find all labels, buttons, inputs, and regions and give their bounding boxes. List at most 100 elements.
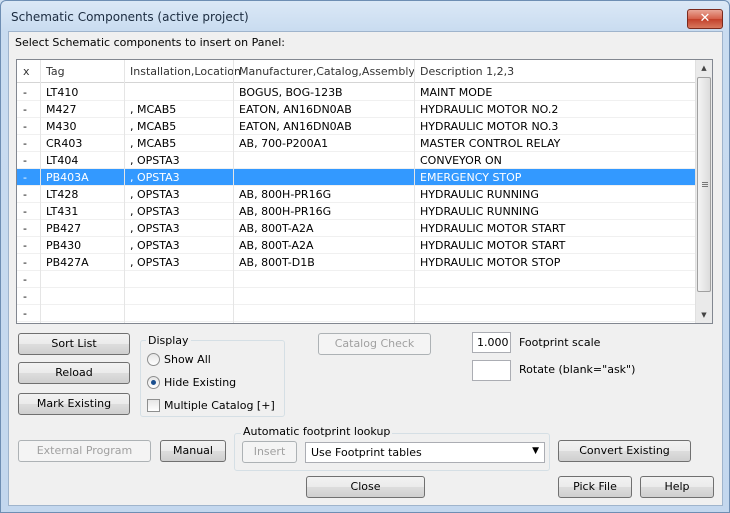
cell-location: , MCAB5 <box>130 103 177 116</box>
table-row[interactable]: - CR403 , MCAB5 AB, 700-P200A1 MASTER CONTRO… <box>17 135 697 152</box>
rotate-input[interactable] <box>472 360 511 381</box>
help-button[interactable]: Help <box>640 476 714 498</box>
insert-button[interactable]: Insert <box>242 441 297 463</box>
cell-tag: LT404 <box>46 154 79 167</box>
rotate-label: Rotate (blank="ask") <box>519 363 636 376</box>
pick-file-button[interactable]: Pick File <box>558 476 632 498</box>
table-row[interactable]: - M430 , MCAB5 EATON, AN16DN0AB HYDRAULIC MO… <box>17 118 697 135</box>
cell-description: CONVEYOR ON <box>420 154 502 167</box>
multiple-catalog-label[interactable]: Multiple Catalog [+] <box>164 399 275 412</box>
cell-x: - <box>23 137 27 150</box>
cell-manufacturer: EATON, AN16DN0AB <box>239 103 352 116</box>
prompt-label: Select Schematic components to insert on… <box>15 36 286 49</box>
cell-tag: PB427 <box>46 222 82 235</box>
header-tag[interactable]: Tag <box>46 65 65 78</box>
scroll-up-icon[interactable]: ▲ <box>696 60 712 76</box>
title-bar[interactable]: Schematic Components (active project) ✕ <box>1 1 729 31</box>
cell-tag: PB430 <box>46 239 82 252</box>
cell-location: , OPSTA3 <box>130 188 180 201</box>
vertical-scrollbar[interactable]: ▲ ▼ <box>695 60 712 323</box>
lookup-select[interactable]: Use Footprint tables ▼ <box>305 442 545 463</box>
grip-line <box>702 184 708 185</box>
manual-button[interactable]: Manual <box>160 440 226 462</box>
close-window-icon[interactable]: ✕ <box>687 9 723 29</box>
cell-location: , OPSTA3 <box>130 171 180 184</box>
table-row[interactable]: - M427 , MCAB5 EATON, AN16DN0AB HYDRAULIC MO… <box>17 101 697 118</box>
header-manufacturer[interactable]: Manufacturer,Catalog,Assembly <box>239 65 415 78</box>
table-row[interactable]: - LT404 , OPSTA3 CONVEYOR ON <box>17 152 697 169</box>
cell-x: - <box>23 188 27 201</box>
cell-description: HYDRAULIC MOTOR START <box>420 222 566 235</box>
footprint-scale-input[interactable]: 1.000 <box>472 332 511 353</box>
close-button[interactable]: Close <box>306 476 425 498</box>
header-location[interactable]: Installation,Location <box>130 65 241 78</box>
cell-x: - <box>23 103 27 116</box>
cell-x: - <box>23 86 27 99</box>
table-row[interactable]: - PB403A , OPSTA3 EMERGENCY STOP <box>17 169 697 186</box>
components-list[interactable]: x Tag Installation,Location Manufacturer… <box>16 59 713 324</box>
show-all-radio[interactable] <box>147 353 160 366</box>
column-divider <box>233 60 234 323</box>
dialog-window: Schematic Components (active project) ✕ … <box>0 0 730 513</box>
window-title: Schematic Components (active project) <box>11 10 249 24</box>
cell-manufacturer: BOGUS, BOG-123B <box>239 86 343 99</box>
cell-x: - <box>23 273 27 286</box>
cell-tag: CR403 <box>46 137 83 150</box>
scroll-thumb[interactable] <box>697 77 711 292</box>
cell-tag: PB403A <box>46 171 89 184</box>
table-row[interactable]: - PB430 , OPSTA3 AB, 800T-A2A HYDRAULIC MOTO… <box>17 237 697 254</box>
header-x[interactable]: x <box>23 65 30 78</box>
convert-existing-button[interactable]: Convert Existing <box>558 440 691 462</box>
grip-line <box>702 182 708 183</box>
cell-description: HYDRAULIC MOTOR STOP <box>420 256 561 269</box>
reload-button[interactable]: Reload <box>18 362 130 384</box>
dialog-client: Select Schematic components to insert on… <box>8 31 723 506</box>
column-divider <box>414 60 415 323</box>
display-group-label: Display <box>146 334 191 347</box>
cell-description: EMERGENCY STOP <box>420 171 522 184</box>
list-header: x Tag Installation,Location Manufacturer… <box>17 60 697 83</box>
hide-existing-radio[interactable] <box>147 376 160 389</box>
header-description[interactable]: Description 1,2,3 <box>420 65 514 78</box>
table-row[interactable]: - PB427 , OPSTA3 AB, 800T-A2A HYDRAULIC MOTO… <box>17 220 697 237</box>
cell-x: - <box>23 222 27 235</box>
cell-description: HYDRAULIC RUNNING <box>420 205 539 218</box>
table-row[interactable]: - <box>17 271 697 288</box>
cell-manufacturer: AB, 700-P200A1 <box>239 137 329 150</box>
cell-x: - <box>23 120 27 133</box>
table-row[interactable]: - LT428 , OPSTA3 AB, 800H-PR16G HYDRAULIC RU… <box>17 186 697 203</box>
cell-x: - <box>23 290 27 303</box>
cell-location: , OPSTA3 <box>130 154 180 167</box>
footprint-scale-label: Footprint scale <box>519 336 601 349</box>
cell-location: , OPSTA3 <box>130 239 180 252</box>
show-all-label[interactable]: Show All <box>164 353 211 366</box>
cell-manufacturer: AB, 800T-D1B <box>239 256 315 269</box>
column-divider <box>124 60 125 323</box>
multiple-catalog-checkbox[interactable] <box>147 399 160 412</box>
cell-tag: PB427A <box>46 256 89 269</box>
mark-existing-button[interactable]: Mark Existing <box>18 393 130 415</box>
table-row[interactable]: - LT410 BOGUS, BOG-123B MAINT MODE <box>17 84 697 101</box>
chevron-down-icon[interactable]: ▼ <box>532 446 539 456</box>
cell-description: MAINT MODE <box>420 86 493 99</box>
cell-x: - <box>23 239 27 252</box>
table-row[interactable]: - PB427A , OPSTA3 AB, 800T-D1B HYDRAULIC MOT… <box>17 254 697 271</box>
table-row[interactable]: - <box>17 305 697 322</box>
scroll-down-icon[interactable]: ▼ <box>696 307 712 323</box>
cell-x: - <box>23 256 27 269</box>
lookup-group-label: Automatic footprint lookup <box>241 425 393 438</box>
table-row[interactable]: - LT431 , OPSTA3 AB, 800H-PR16G HYDRAULIC RU… <box>17 203 697 220</box>
external-program-button[interactable]: External Program <box>18 440 151 462</box>
cell-manufacturer: EATON, AN16DN0AB <box>239 120 352 133</box>
table-row[interactable]: - <box>17 288 697 305</box>
cell-manufacturer: AB, 800T-A2A <box>239 222 314 235</box>
cell-tag: M430 <box>46 120 77 133</box>
lookup-select-value: Use Footprint tables <box>311 446 422 459</box>
cell-location: , OPSTA3 <box>130 222 180 235</box>
cell-location: , OPSTA3 <box>130 205 180 218</box>
column-divider <box>40 60 41 323</box>
catalog-check-button[interactable]: Catalog Check <box>318 333 431 355</box>
sort-list-button[interactable]: Sort List <box>18 333 130 355</box>
hide-existing-label[interactable]: Hide Existing <box>164 376 236 389</box>
cell-tag: M427 <box>46 103 77 116</box>
